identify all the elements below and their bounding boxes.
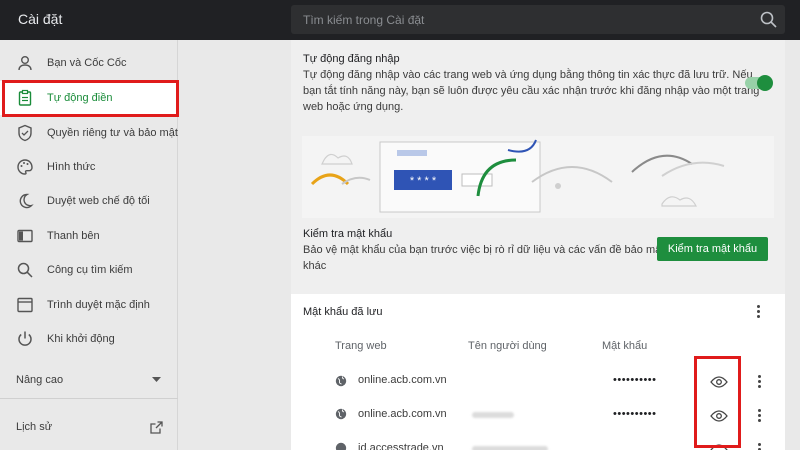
column-header-username: Tên người dùng	[468, 340, 547, 352]
password-check-description-2: khác	[303, 260, 327, 272]
history-link[interactable]: Lịch sử	[0, 410, 178, 444]
autologin-title: Tự động đăng nhập	[303, 53, 400, 65]
saved-passwords-menu-button[interactable]	[757, 305, 761, 319]
sidebar-divider	[0, 398, 178, 399]
password-check-title: Kiểm tra mật khẩu	[303, 228, 393, 240]
column-header-site: Trang web	[335, 340, 387, 352]
top-bar: Cài đặt	[0, 0, 800, 40]
search-icon	[17, 262, 33, 278]
sidebar-item-sidebar[interactable]: Thanh bên	[0, 219, 178, 253]
saved-passwords-title: Mật khẩu đã lưu	[303, 306, 383, 318]
sidebar-item-default-browser[interactable]: Trình duyệt mặc định	[0, 288, 178, 322]
sidebar-item-label: Khi khởi động	[47, 333, 115, 345]
saved-password-2: ••••••••••	[613, 408, 657, 420]
sidebar-item-you-and-coccoc[interactable]: Bạn và Cốc Cốc	[0, 46, 178, 80]
sidebar-item-label: Bạn và Cốc Cốc	[47, 57, 127, 69]
search-icon[interactable]	[760, 11, 777, 28]
advanced-label: Nâng cao	[16, 374, 64, 386]
sidebar-icon	[17, 229, 33, 243]
person-icon	[18, 56, 32, 71]
sidebar-item-on-startup[interactable]: Khi khởi động	[0, 322, 178, 356]
search-input[interactable]	[303, 11, 743, 28]
globe-icon	[335, 375, 347, 387]
globe-icon	[335, 442, 347, 450]
sidebar-item-label: Quyền riêng tư và bảo mật	[47, 127, 178, 139]
autologin-description-3: web hoặc ứng dụng.	[303, 101, 404, 113]
autofill-card: Tự động đăng nhập Tự động đăng nhập vào …	[291, 40, 785, 288]
sidebar-item-label: Duyệt web chế độ tối	[47, 195, 150, 207]
history-label: Lịch sử	[16, 421, 53, 433]
autologin-description-2: bạn tắt tính năng này, bạn sẽ luôn được …	[303, 85, 760, 97]
password-mask-text: * * * *	[410, 175, 437, 187]
palette-icon	[17, 159, 33, 175]
search-box[interactable]	[291, 5, 785, 34]
password-check-description-1: Bảo vệ mật khẩu của bạn trước việc bị rò…	[303, 244, 665, 256]
highlight-box-show-password	[694, 356, 741, 448]
row-menu-button[interactable]	[758, 443, 762, 450]
row-menu-button[interactable]	[758, 409, 762, 423]
highlight-box-autofill	[2, 80, 179, 117]
password-illustration: * * * *	[302, 136, 774, 218]
autologin-description-1: Tự động đăng nhập vào các trang web và ứ…	[303, 69, 753, 81]
sidebar-item-label: Công cụ tìm kiếm	[47, 264, 133, 276]
column-header-password: Mật khẩu	[602, 340, 648, 352]
moon-icon	[19, 193, 34, 209]
advanced-toggle[interactable]: Nâng cao	[0, 363, 178, 397]
check-passwords-button[interactable]: Kiểm tra mật khẩu	[657, 237, 768, 261]
power-icon	[18, 331, 32, 346]
sidebar-item-label: Hình thức	[47, 161, 96, 173]
saved-password-1: ••••••••••	[613, 374, 657, 386]
chevron-down-icon	[152, 377, 161, 382]
sidebar-item-search-engine[interactable]: Công cụ tìm kiếm	[0, 253, 178, 287]
shield-icon	[18, 124, 32, 142]
external-link-icon	[150, 420, 163, 434]
sidebar-item-appearance[interactable]: Hình thức	[0, 150, 178, 184]
username-blurred	[472, 446, 548, 450]
page-title: Cài đặt	[18, 11, 63, 27]
saved-site-3[interactable]: id.accesstrade.vn	[358, 442, 444, 450]
sidebar-item-privacy[interactable]: Quyền riêng tư và bảo mật	[0, 116, 178, 150]
globe-icon	[335, 408, 347, 420]
sidebar-item-label: Trình duyệt mặc định	[47, 299, 150, 311]
saved-site-1[interactable]: online.acb.com.vn	[358, 374, 447, 386]
saved-site-2[interactable]: online.acb.com.vn	[358, 408, 447, 420]
row-menu-button[interactable]	[758, 375, 762, 389]
sidebar-item-label: Thanh bên	[47, 230, 100, 242]
browser-icon	[17, 297, 33, 313]
illustration-art: * * * *	[310, 139, 725, 213]
username-blurred	[472, 412, 514, 418]
sidebar-item-dark-mode[interactable]: Duyệt web chế độ tối	[0, 184, 178, 218]
autologin-toggle[interactable]	[745, 75, 773, 91]
